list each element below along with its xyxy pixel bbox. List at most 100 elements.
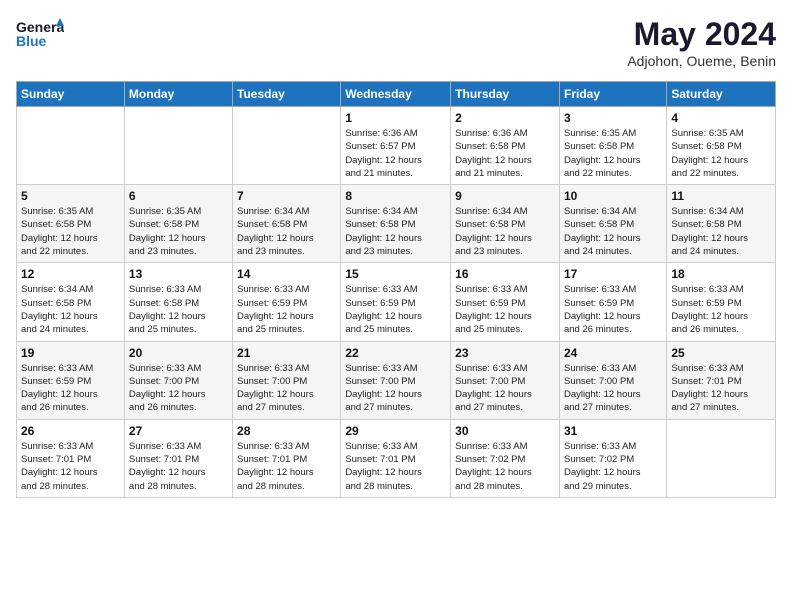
day-number: 5 (21, 189, 120, 203)
day-info: Sunrise: 6:35 AMSunset: 6:58 PMDaylight:… (21, 205, 120, 258)
day-number: 27 (129, 424, 228, 438)
day-info: Sunrise: 6:36 AMSunset: 6:57 PMDaylight:… (345, 127, 446, 180)
day-number: 14 (237, 267, 336, 281)
day-header-sunday: Sunday (17, 82, 125, 107)
day-number: 22 (345, 346, 446, 360)
day-header-friday: Friday (559, 82, 666, 107)
day-info: Sunrise: 6:33 AMSunset: 6:59 PMDaylight:… (345, 283, 446, 336)
calendar-cell (233, 107, 341, 185)
calendar-cell: 14 Sunrise: 6:33 AMSunset: 6:59 PMDayligh… (233, 263, 341, 341)
day-info: Sunrise: 6:33 AMSunset: 7:00 PMDaylight:… (455, 362, 555, 415)
day-info: Sunrise: 6:33 AMSunset: 6:58 PMDaylight:… (129, 283, 228, 336)
day-number: 9 (455, 189, 555, 203)
calendar-cell: 6 Sunrise: 6:35 AMSunset: 6:58 PMDaylight… (124, 185, 232, 263)
day-info: Sunrise: 6:35 AMSunset: 6:58 PMDaylight:… (671, 127, 771, 180)
calendar-cell: 30Sunrise: 6:33 AMSunset: 7:02 PMDayligh… (451, 419, 560, 497)
calendar-cell: 26 Sunrise: 6:33 AMSunset: 7:01 PMDayligh… (17, 419, 125, 497)
day-number: 12 (21, 267, 120, 281)
header: General Blue May 2024 Adjohon, Oueme, Be… (16, 16, 776, 69)
day-info: Sunrise: 6:33 AMSunset: 6:59 PMDaylight:… (564, 283, 662, 336)
calendar-cell: 13 Sunrise: 6:33 AMSunset: 6:58 PMDayligh… (124, 263, 232, 341)
location: Adjohon, Oueme, Benin (627, 53, 776, 69)
calendar-cell: 12 Sunrise: 6:34 AMSunset: 6:58 PMDayligh… (17, 263, 125, 341)
day-number: 31 (564, 424, 662, 438)
day-number: 3 (564, 111, 662, 125)
day-info: Sunrise: 6:33 AMSunset: 6:59 PMDaylight:… (671, 283, 771, 336)
calendar-cell: 8Sunrise: 6:34 AMSunset: 6:58 PMDaylight… (341, 185, 451, 263)
calendar-cell: 19 Sunrise: 6:33 AMSunset: 6:59 PMDayligh… (17, 341, 125, 419)
calendar-cell: 4 Sunrise: 6:35 AMSunset: 6:58 PMDaylight… (667, 107, 776, 185)
day-number: 19 (21, 346, 120, 360)
day-number: 8 (345, 189, 446, 203)
day-number: 17 (564, 267, 662, 281)
calendar-cell: 23 Sunrise: 6:33 AMSunset: 7:00 PMDayligh… (451, 341, 560, 419)
calendar-cell: 11 Sunrise: 6:34 AMSunset: 6:58 PMDayligh… (667, 185, 776, 263)
calendar-cell (667, 419, 776, 497)
day-header-tuesday: Tuesday (233, 82, 341, 107)
day-number: 16 (455, 267, 555, 281)
day-info: Sunrise: 6:33 AMSunset: 7:01 PMDaylight:… (237, 440, 336, 493)
page: General Blue May 2024 Adjohon, Oueme, Be… (0, 0, 792, 514)
day-number: 11 (671, 189, 771, 203)
day-number: 25 (671, 346, 771, 360)
day-info: Sunrise: 6:33 AMSunset: 6:59 PMDaylight:… (237, 283, 336, 336)
calendar-cell: 2Sunrise: 6:36 AMSunset: 6:58 PMDaylight… (451, 107, 560, 185)
calendar-cell: 28 Sunrise: 6:33 AMSunset: 7:01 PMDayligh… (233, 419, 341, 497)
day-number: 10 (564, 189, 662, 203)
day-info: Sunrise: 6:33 AMSunset: 7:00 PMDaylight:… (129, 362, 228, 415)
day-info: Sunrise: 6:35 AMSunset: 6:58 PMDaylight:… (129, 205, 228, 258)
calendar-cell: 25 Sunrise: 6:33 AMSunset: 7:01 PMDayligh… (667, 341, 776, 419)
calendar-cell (17, 107, 125, 185)
day-info: Sunrise: 6:34 AMSunset: 6:58 PMDaylight:… (564, 205, 662, 258)
calendar-cell: 21Sunrise: 6:33 AMSunset: 7:00 PMDayligh… (233, 341, 341, 419)
day-number: 6 (129, 189, 228, 203)
logo-svg: General Blue (16, 16, 64, 52)
day-info: Sunrise: 6:34 AMSunset: 6:58 PMDaylight:… (455, 205, 555, 258)
calendar-cell: 18 Sunrise: 6:33 AMSunset: 6:59 PMDayligh… (667, 263, 776, 341)
day-number: 28 (237, 424, 336, 438)
day-number: 30 (455, 424, 555, 438)
day-header-thursday: Thursday (451, 82, 560, 107)
day-info: Sunrise: 6:34 AMSunset: 6:58 PMDaylight:… (671, 205, 771, 258)
day-info: Sunrise: 6:35 AMSunset: 6:58 PMDaylight:… (564, 127, 662, 180)
day-number: 4 (671, 111, 771, 125)
calendar-cell: 27 Sunrise: 6:33 AMSunset: 7:01 PMDayligh… (124, 419, 232, 497)
day-number: 26 (21, 424, 120, 438)
day-info: Sunrise: 6:36 AMSunset: 6:58 PMDaylight:… (455, 127, 555, 180)
day-number: 20 (129, 346, 228, 360)
logo: General Blue (16, 16, 64, 52)
calendar-cell: 15 Sunrise: 6:33 AMSunset: 6:59 PMDayligh… (341, 263, 451, 341)
calendar-cell: 22Sunrise: 6:33 AMSunset: 7:00 PMDayligh… (341, 341, 451, 419)
day-header-monday: Monday (124, 82, 232, 107)
day-number: 24 (564, 346, 662, 360)
calendar-cell: 17 Sunrise: 6:33 AMSunset: 6:59 PMDayligh… (559, 263, 666, 341)
day-header-wednesday: Wednesday (341, 82, 451, 107)
calendar-cell (124, 107, 232, 185)
day-info: Sunrise: 6:33 AMSunset: 7:01 PMDaylight:… (21, 440, 120, 493)
day-number: 1 (345, 111, 446, 125)
day-info: Sunrise: 6:33 AMSunset: 7:00 PMDaylight:… (564, 362, 662, 415)
calendar-cell: 16 Sunrise: 6:33 AMSunset: 6:59 PMDayligh… (451, 263, 560, 341)
day-number: 7 (237, 189, 336, 203)
day-info: Sunrise: 6:34 AMSunset: 6:58 PMDaylight:… (237, 205, 336, 258)
calendar-cell: 1 Sunrise: 6:36 AMSunset: 6:57 PMDaylight… (341, 107, 451, 185)
day-number: 21 (237, 346, 336, 360)
day-info: Sunrise: 6:33 AMSunset: 6:59 PMDaylight:… (455, 283, 555, 336)
calendar-cell: 3 Sunrise: 6:35 AMSunset: 6:58 PMDaylight… (559, 107, 666, 185)
title-block: May 2024 Adjohon, Oueme, Benin (627, 16, 776, 69)
day-number: 13 (129, 267, 228, 281)
calendar-table: SundayMondayTuesdayWednesdayThursdayFrid… (16, 81, 776, 498)
day-info: Sunrise: 6:34 AMSunset: 6:58 PMDaylight:… (21, 283, 120, 336)
calendar-cell: 5 Sunrise: 6:35 AMSunset: 6:58 PMDaylight… (17, 185, 125, 263)
day-number: 15 (345, 267, 446, 281)
day-info: Sunrise: 6:33 AMSunset: 6:59 PMDaylight:… (21, 362, 120, 415)
day-number: 23 (455, 346, 555, 360)
calendar-cell: 24 Sunrise: 6:33 AMSunset: 7:00 PMDayligh… (559, 341, 666, 419)
day-info: Sunrise: 6:33 AMSunset: 7:01 PMDaylight:… (129, 440, 228, 493)
day-number: 18 (671, 267, 771, 281)
day-info: Sunrise: 6:33 AMSunset: 7:01 PMDaylight:… (671, 362, 771, 415)
day-info: Sunrise: 6:33 AMSunset: 7:02 PMDaylight:… (564, 440, 662, 493)
calendar-cell: 29Sunrise: 6:33 AMSunset: 7:01 PMDayligh… (341, 419, 451, 497)
calendar-cell: 31 Sunrise: 6:33 AMSunset: 7:02 PMDayligh… (559, 419, 666, 497)
calendar-cell: 7 Sunrise: 6:34 AMSunset: 6:58 PMDaylight… (233, 185, 341, 263)
